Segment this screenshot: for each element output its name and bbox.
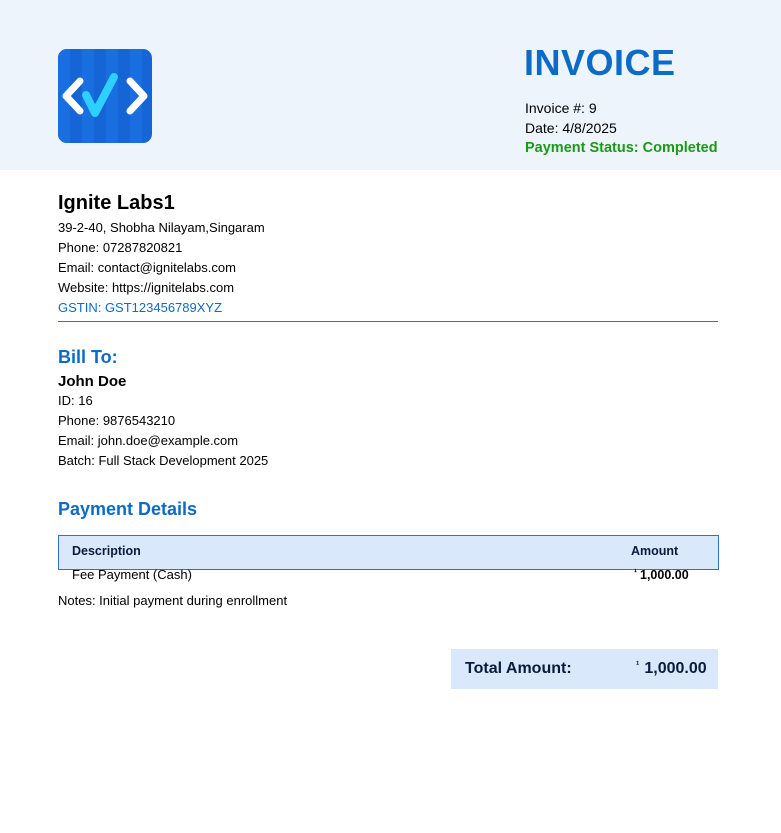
- section-divider: [58, 321, 718, 322]
- payment-row-description: Fee Payment (Cash): [72, 567, 192, 582]
- company-email: Email: contact@ignitelabs.com: [58, 260, 236, 275]
- code-brackets-logo-icon: [58, 49, 152, 143]
- payment-row-amount-value: 1,000.00: [640, 568, 689, 582]
- total-amount-number: 1,000.00: [644, 660, 707, 677]
- customer-batch: Batch: Full Stack Development 2025: [58, 453, 269, 468]
- company-address: 39-2-40, Shobha Nilayam,Singaram: [58, 220, 265, 235]
- total-currency-symbol: ¹: [636, 660, 640, 671]
- company-website: Website: https://ignitelabs.com: [58, 280, 235, 295]
- company-gstin: GSTIN: GST123456789XYZ: [58, 300, 223, 315]
- payment-details-heading: Payment Details: [58, 499, 198, 519]
- total-amount-label: Total Amount:: [465, 660, 572, 677]
- bill-to-heading: Bill To:: [58, 347, 118, 367]
- payment-status: Payment Status: Completed: [525, 140, 718, 156]
- customer-id: ID: 16: [58, 393, 93, 408]
- column-header-description: Description: [72, 544, 141, 558]
- currency-symbol: ¹: [634, 567, 637, 577]
- payment-notes: Notes: Initial payment during enrollment: [58, 593, 288, 608]
- total-amount-box: Total Amount: ¹ 1,000.00: [451, 649, 718, 689]
- customer-phone: Phone: 9876543210: [58, 413, 176, 428]
- company-phone: Phone: 07287820821: [58, 240, 183, 255]
- payment-row-amount: ¹ 1,000.00: [634, 567, 689, 582]
- payment-table-header: Description Amount: [58, 535, 719, 570]
- invoice-title: INVOICE: [524, 42, 676, 83]
- total-amount-value: ¹ 1,000.00: [636, 660, 707, 678]
- customer-name: John Doe: [58, 373, 127, 390]
- column-header-amount: Amount: [631, 544, 679, 558]
- invoice-date: Date: 4/8/2025: [525, 120, 617, 136]
- company-name: Ignite Labs1: [58, 192, 175, 214]
- invoice-number: Invoice #: 9: [525, 100, 597, 116]
- customer-email: Email: john.doe@example.com: [58, 433, 239, 448]
